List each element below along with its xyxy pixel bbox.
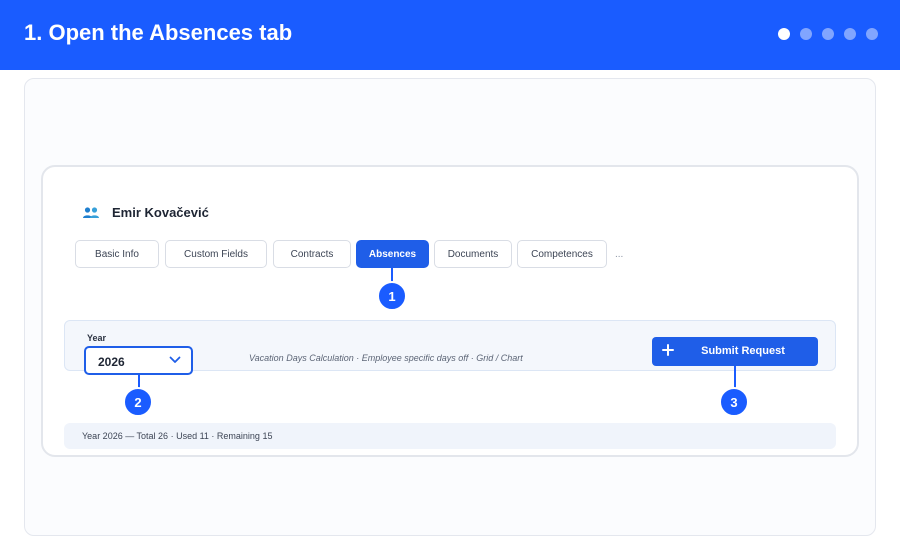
progress-dot-1[interactable] (778, 28, 790, 40)
tab-absences[interactable]: Absences (356, 240, 429, 268)
year-select-value: 2026 (98, 355, 125, 369)
chevron-down-icon (169, 356, 181, 363)
step-3-badge: 3 (719, 387, 749, 417)
tab-documents[interactable]: Documents (434, 240, 512, 268)
tab-competences[interactable]: Competences (517, 240, 607, 268)
progress-dot-5[interactable] (866, 28, 878, 40)
progress-dot-4[interactable] (844, 28, 856, 40)
progress-dot-2[interactable] (800, 28, 812, 40)
tab-custom-fields[interactable]: Custom Fields (165, 240, 267, 268)
year-select[interactable]: 2026 (84, 346, 193, 375)
employee-header: Emir Kovačević (82, 205, 209, 220)
absence-summary: Year 2026 — Total 26 · Used 11 · Remaini… (64, 423, 836, 449)
tabs-more-indicator[interactable]: ... (615, 249, 623, 260)
submit-request-button[interactable]: Submit Request (652, 337, 818, 366)
tutorial-header: 1. Open the Absences tab (0, 0, 900, 70)
progress-dot-3[interactable] (822, 28, 834, 40)
year-label: Year (87, 333, 107, 343)
employee-name: Emir Kovačević (112, 205, 209, 220)
users-icon (83, 206, 99, 218)
step-2-badge: 2 (123, 387, 153, 417)
absence-summary-text: Year 2026 — Total 26 · Used 11 · Remaini… (82, 431, 273, 441)
step-title: 1. Open the Absences tab (24, 20, 293, 45)
submit-request-label: Submit Request (701, 345, 785, 357)
progress-dots (778, 28, 878, 40)
toolbar-view-links[interactable]: Vacation Days Calculation · Employee spe… (249, 353, 523, 363)
tab-contracts[interactable]: Contracts (273, 240, 351, 268)
step-1-badge: 1 (377, 281, 407, 311)
tab-basic-info[interactable]: Basic Info (75, 240, 159, 268)
